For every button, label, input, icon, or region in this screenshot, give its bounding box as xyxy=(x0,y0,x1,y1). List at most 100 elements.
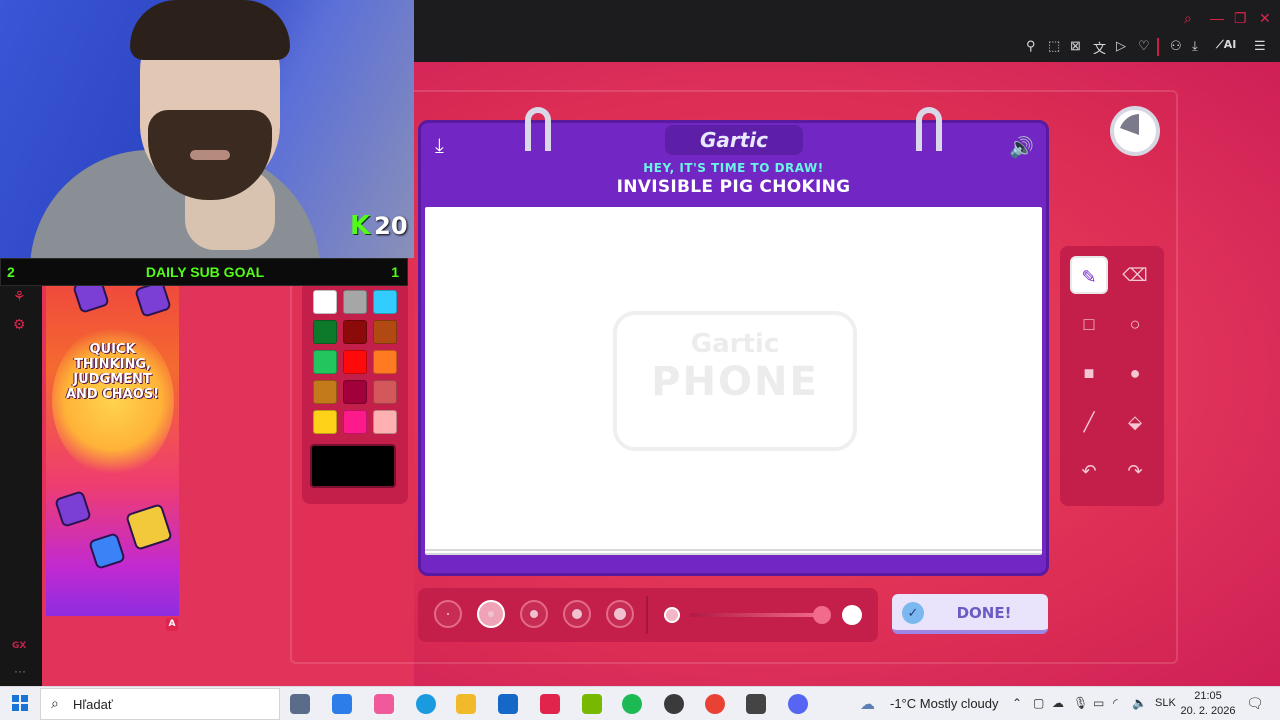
webcam-mouth xyxy=(190,150,230,160)
line-tool-icon[interactable]: ╱ xyxy=(1070,403,1108,441)
toolbar-separator xyxy=(1157,38,1159,56)
opacity-min-icon xyxy=(664,607,680,623)
player-icon[interactable]: ▷ xyxy=(1116,38,1126,54)
nvidia-icon[interactable] xyxy=(582,694,602,714)
menu-icon[interactable]: ☰ xyxy=(1254,38,1266,54)
brush-size-dot xyxy=(614,608,626,620)
prompt-header: HEY, IT'S TIME TO DRAW! xyxy=(643,161,824,175)
opera-gx-icon[interactable] xyxy=(540,694,560,714)
color-swatch[interactable] xyxy=(343,380,367,404)
settings-icon[interactable]: ⚙ xyxy=(13,316,26,333)
color-swatch[interactable] xyxy=(313,320,337,344)
onedrive-icon[interactable]: ☁ xyxy=(1052,696,1064,710)
edge-icon[interactable] xyxy=(416,694,436,714)
undo-tool-icon[interactable]: ↶ xyxy=(1070,452,1108,490)
extension-icon[interactable]: ⚘ xyxy=(13,288,26,305)
copilot-icon[interactable] xyxy=(374,694,394,714)
language-indicator[interactable]: SLK xyxy=(1155,697,1176,709)
color-swatch[interactable] xyxy=(343,320,367,344)
webcam-hair xyxy=(130,0,290,60)
weather-text[interactable]: -1°C Mostly cloudy xyxy=(890,696,999,711)
opacity-slider-track[interactable] xyxy=(690,613,822,617)
color-swatch[interactable] xyxy=(373,380,397,404)
ellipse-fill-tool-icon[interactable]: ● xyxy=(1116,354,1154,392)
opacity-slider-handle[interactable] xyxy=(813,606,831,624)
pen-tool-icon[interactable]: ✎ xyxy=(1070,256,1108,294)
color-swatch[interactable] xyxy=(313,350,337,374)
rectangle-outline-tool-icon[interactable]: □ xyxy=(1070,305,1108,343)
store-icon[interactable] xyxy=(332,694,352,714)
translate-icon[interactable]: 文 xyxy=(1093,38,1106,57)
color-swatch[interactable] xyxy=(373,320,397,344)
brush-size-button[interactable] xyxy=(520,600,548,628)
prompt-text: INVISIBLE PIG CHOKING xyxy=(616,177,851,197)
file-explorer-icon[interactable] xyxy=(456,694,476,714)
fill-bucket-tool-icon[interactable]: ⬙ xyxy=(1116,403,1154,441)
close-icon[interactable]: ✕ xyxy=(1259,10,1271,27)
binder-ring-left xyxy=(525,107,551,151)
chrome-icon[interactable] xyxy=(705,694,725,714)
search-icon: ⌕ xyxy=(51,695,59,711)
kick-logo-icon: K xyxy=(350,211,371,241)
brush-size-button[interactable] xyxy=(477,600,505,628)
color-swatch[interactable] xyxy=(313,410,337,434)
obs-icon[interactable] xyxy=(664,694,684,714)
screenshot-icon[interactable]: ⬚ xyxy=(1048,38,1060,54)
tray-chevron-icon[interactable]: ⌃ xyxy=(1012,696,1022,710)
windows-start-icon[interactable] xyxy=(12,695,28,711)
more-icon[interactable]: ··· xyxy=(14,664,26,678)
color-swatch[interactable] xyxy=(343,410,367,434)
settings-icon[interactable] xyxy=(746,694,766,714)
volume-icon[interactable]: 🔈 xyxy=(1132,696,1147,710)
clock-date: 20. 2. 2026 xyxy=(1180,705,1236,717)
watermark-top: Gartic xyxy=(690,329,780,359)
redo-tool-icon[interactable]: ↷ xyxy=(1116,452,1154,490)
adblock-icon[interactable]: ⊠ xyxy=(1070,38,1081,54)
heart-icon[interactable]: ♡ xyxy=(1138,38,1150,54)
ad-tagline: QUICK THINKING, JUDGMENT AND CHAOS! xyxy=(65,342,160,402)
weather-icon[interactable]: ☁ xyxy=(860,695,875,713)
download-drawing-icon[interactable]: ⤓ xyxy=(435,135,444,158)
wallet-icon[interactable]: ⚇ xyxy=(1170,38,1182,54)
minimize-icon[interactable]: — xyxy=(1210,10,1224,26)
sound-icon[interactable]: 🔊 xyxy=(1009,135,1034,160)
dice-icon xyxy=(72,286,110,314)
battery-icon[interactable]: ▭ xyxy=(1093,696,1104,710)
task-view-icon[interactable] xyxy=(290,694,310,714)
notifications-icon[interactable]: 🗨 xyxy=(1246,695,1264,712)
pin-icon[interactable]: ⚲ xyxy=(1026,38,1036,54)
mic-icon[interactable]: 🎙 xyxy=(1073,696,1088,710)
rectangle-fill-tool-icon[interactable]: ■ xyxy=(1070,354,1108,392)
ad-banner[interactable]: QUICK THINKING, JUDGMENT AND CHAOS! xyxy=(46,286,179,616)
drawing-canvas[interactable]: Gartic PHONE xyxy=(425,207,1042,555)
windows-taskbar: ⌕ Hľadať ☁ -1°C Mostly cloudy ⌃ ▢ ☁ 🎙 ▭ … xyxy=(0,686,1280,720)
ellipse-outline-tool-icon[interactable]: ○ xyxy=(1116,305,1154,343)
color-swatch[interactable] xyxy=(373,350,397,374)
ai-icon[interactable]: ⟋AI xyxy=(1216,38,1236,52)
restore-icon[interactable]: ❐ xyxy=(1234,10,1247,27)
clock[interactable]: 21:05 20. 2. 2026 xyxy=(1180,689,1236,719)
brush-size-button[interactable] xyxy=(606,600,634,628)
download-icon[interactable]: ⤓ xyxy=(1192,38,1198,54)
tray-app-icon[interactable]: ▢ xyxy=(1033,696,1044,710)
search-icon[interactable]: ⌕ xyxy=(1184,10,1192,27)
color-swatch[interactable] xyxy=(313,290,337,314)
brush-size-button[interactable] xyxy=(434,600,462,628)
spotify-icon[interactable] xyxy=(622,694,642,714)
eraser-tool-icon[interactable]: ⌫ xyxy=(1116,256,1154,294)
dice-icon xyxy=(54,490,92,528)
done-button[interactable]: ✓ DONE! xyxy=(892,594,1048,634)
color-swatch[interactable] xyxy=(313,380,337,404)
brush-size-button[interactable] xyxy=(563,600,591,628)
outlook-icon[interactable] xyxy=(498,694,518,714)
size-divider xyxy=(646,596,648,634)
taskbar-search[interactable]: ⌕ Hľadať xyxy=(40,688,280,720)
color-swatch[interactable] xyxy=(373,290,397,314)
opacity-max-icon xyxy=(842,605,862,625)
color-swatch[interactable] xyxy=(373,410,397,434)
discord-icon[interactable] xyxy=(788,694,808,714)
done-label: DONE! xyxy=(956,604,1012,622)
color-swatch[interactable] xyxy=(343,290,367,314)
color-swatch[interactable] xyxy=(343,350,367,374)
wifi-icon[interactable]: ◜ xyxy=(1113,696,1118,710)
